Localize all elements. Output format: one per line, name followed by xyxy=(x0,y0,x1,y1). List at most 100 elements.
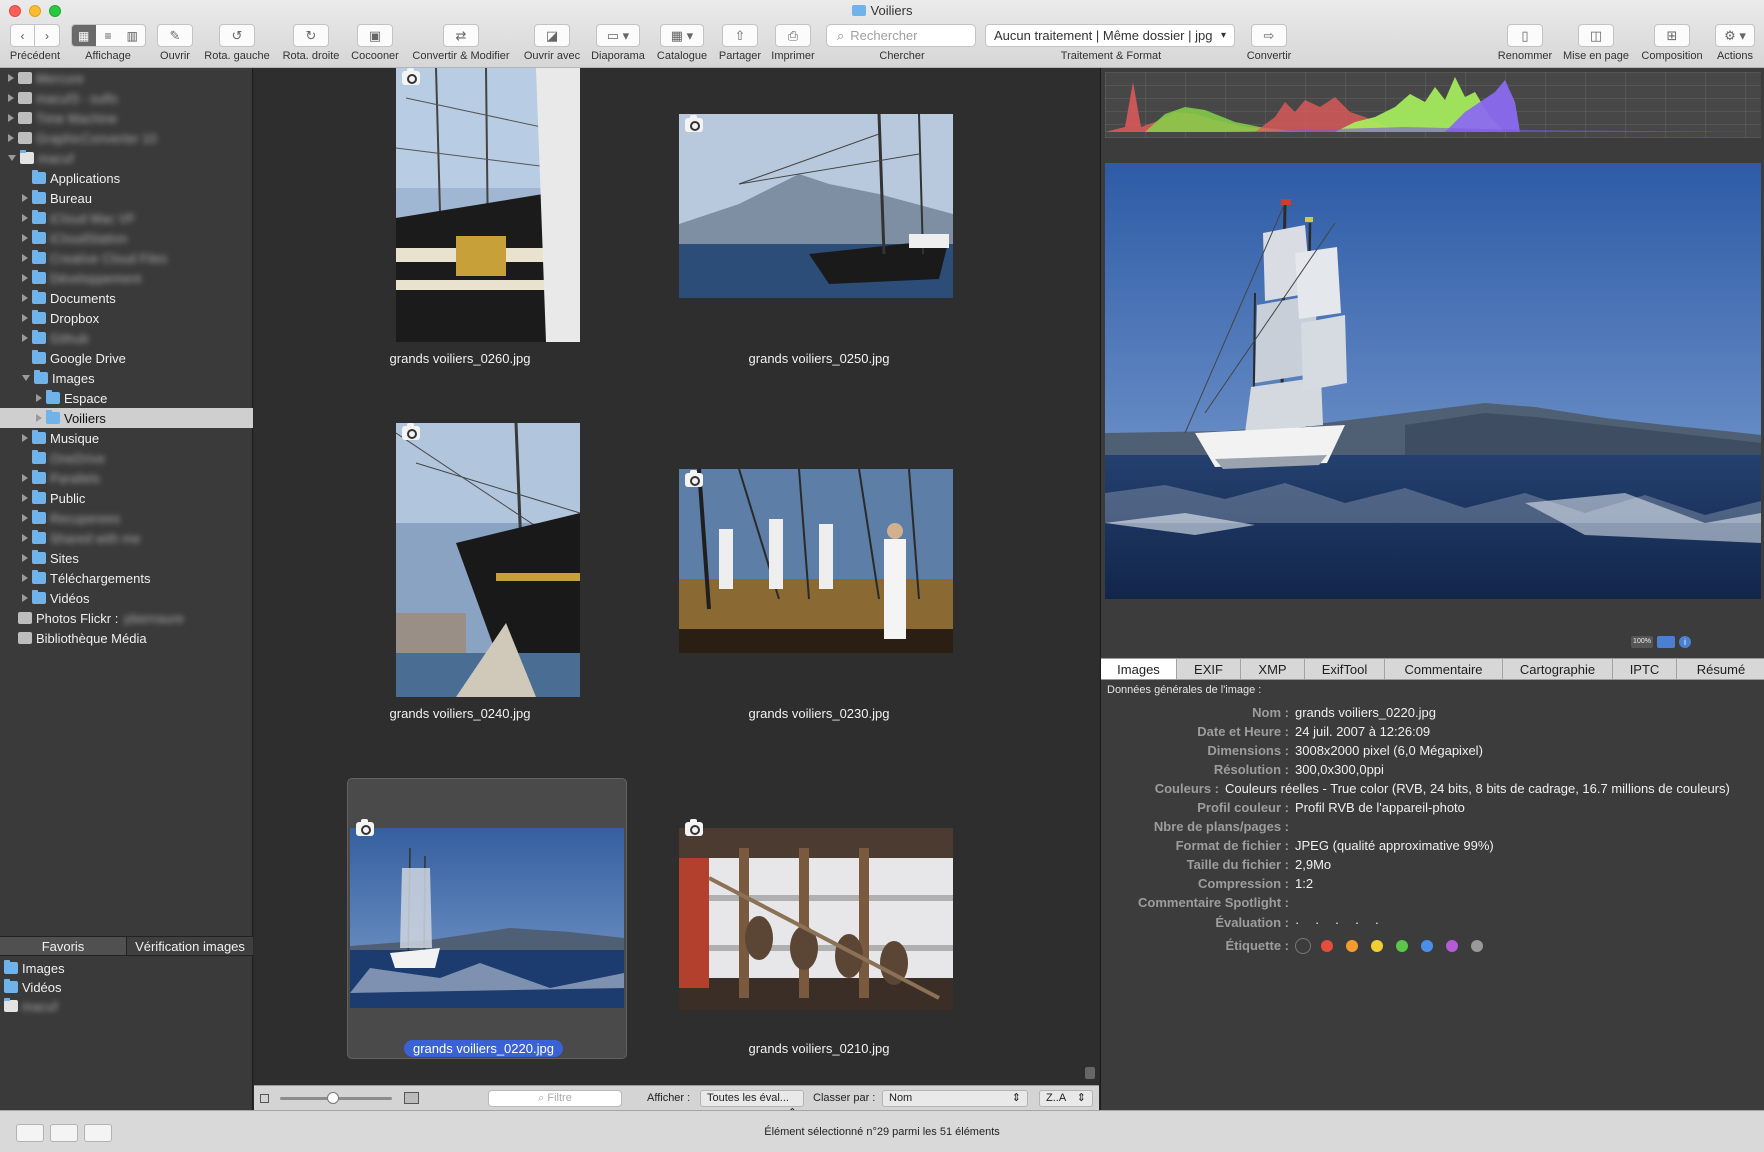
sidebar-item[interactable]: Google Drive xyxy=(0,348,253,368)
color-label-dot[interactable] xyxy=(1446,940,1458,952)
list-view-icon[interactable]: ≡ xyxy=(96,25,120,46)
thumbnail-item[interactable]: grands voiliers_0230.jpg xyxy=(674,423,1099,723)
sidebar-item[interactable]: Parallels xyxy=(0,468,253,488)
thumbnail-item-selected[interactable]: grands voiliers_0220.jpg xyxy=(254,778,674,1088)
convert-button[interactable]: ⇨ Convertir xyxy=(1246,24,1292,62)
tab-summary[interactable]: Résumé xyxy=(1677,659,1764,679)
disclosure-closed-icon[interactable] xyxy=(8,74,14,82)
sidebar-item[interactable]: Bureau xyxy=(0,188,253,208)
actions-button[interactable]: ⚙ ▾ Actions xyxy=(1712,24,1758,62)
sidebar-item[interactable]: Applications xyxy=(0,168,253,188)
disclosure-closed-icon[interactable] xyxy=(22,234,28,242)
sidebar-item[interactable]: Dropbox xyxy=(0,308,253,328)
slideshow-button[interactable]: ▭ ▾ Diaporama xyxy=(587,24,649,62)
disclosure-closed-icon[interactable] xyxy=(8,134,14,142)
sidebar-item[interactable]: Mercure xyxy=(0,68,253,88)
sidebar-item[interactable]: Vidéos xyxy=(0,588,253,608)
sidebar-item[interactable]: Voiliers xyxy=(0,408,253,428)
back-arrow-icon[interactable]: ‹ xyxy=(11,25,36,46)
sort-by-popup[interactable]: Nom ⇕ xyxy=(882,1090,1028,1107)
sidebar-item[interactable]: Espace xyxy=(0,388,253,408)
rename-button[interactable]: ▯ Renommer xyxy=(1494,24,1556,62)
tab-iptc[interactable]: IPTC xyxy=(1613,659,1677,679)
sidebar-item[interactable]: Bibliothèque Média xyxy=(0,628,253,648)
sidebar-item[interactable]: Public xyxy=(0,488,253,508)
sidebar-item[interactable]: Développement xyxy=(0,268,253,288)
sidebar-item[interactable]: Téléchargements xyxy=(0,568,253,588)
disclosure-closed-icon[interactable] xyxy=(36,394,42,402)
disclosure-closed-icon[interactable] xyxy=(22,274,28,282)
tab-favorites[interactable]: Favoris xyxy=(0,937,126,955)
tab-image-check[interactable]: Vérification images xyxy=(126,937,253,955)
print-button[interactable]: ⎙ Imprimer xyxy=(767,24,819,62)
share-button[interactable]: ⇧ Partager xyxy=(716,24,764,62)
page-layout-button[interactable]: ◫ Mise en page xyxy=(1559,24,1633,62)
color-label-dot[interactable] xyxy=(1471,940,1483,952)
disclosure-open-icon[interactable] xyxy=(8,155,16,161)
thumbnail-item[interactable]: grands voiliers_0250.jpg xyxy=(674,68,1099,368)
rotate-right-button[interactable]: ↻ Rota. droite xyxy=(277,24,345,62)
sidebar-item[interactable]: Photos Flickr : pbernaure xyxy=(0,608,253,628)
forward-arrow-icon[interactable]: › xyxy=(35,25,59,46)
thumbnail-item[interactable]: grands voiliers_0240.jpg xyxy=(254,423,674,723)
histogram-toggle-icon[interactable] xyxy=(1657,636,1675,648)
thumbnail-item[interactable]: grands voiliers_0260.jpg xyxy=(254,68,674,368)
sidebar-item[interactable]: Github xyxy=(0,328,253,348)
tab-exiftool[interactable]: ExifTool xyxy=(1305,659,1385,679)
color-label-dot[interactable] xyxy=(1371,940,1383,952)
sidebar-item[interactable]: Documents xyxy=(0,288,253,308)
sidebar-item[interactable]: Creative Cloud Files xyxy=(0,248,253,268)
tab-images[interactable]: Images xyxy=(1101,659,1177,679)
sidebar-item[interactable]: Shared with me xyxy=(0,528,253,548)
sidebar-item[interactable]: macuf xyxy=(0,148,253,168)
favorite-item[interactable]: macuf xyxy=(0,996,253,1016)
sidebar-item[interactable]: macuf3 - sulfo xyxy=(0,88,253,108)
processing-popup[interactable]: Aucun traitement | Même dossier | jpg ▾ xyxy=(985,24,1235,47)
filmstrip-view-icon[interactable]: ▥ xyxy=(120,25,144,46)
info-icon[interactable]: i xyxy=(1679,636,1691,648)
favorite-item[interactable]: Vidéos xyxy=(0,977,253,997)
sort-order-popup[interactable]: Z..A ⇕ xyxy=(1039,1090,1093,1107)
disclosure-closed-icon[interactable] xyxy=(22,534,28,542)
rating-stars[interactable]: · · · · · xyxy=(1295,915,1385,932)
open-button[interactable]: ✎ Ouvrir xyxy=(155,24,195,62)
no-label-icon[interactable] xyxy=(1295,938,1311,954)
tab-exif[interactable]: EXIF xyxy=(1177,659,1241,679)
sidebar-item[interactable]: Recuperees xyxy=(0,508,253,528)
sidebar-item[interactable]: iCloudStation xyxy=(0,228,253,248)
filter-input[interactable]: ⌕ Filtre xyxy=(488,1090,622,1107)
disclosure-closed-icon[interactable] xyxy=(22,214,28,222)
zoom-indicator[interactable]: 100% xyxy=(1631,636,1653,648)
sidebar-item[interactable]: OneDrive xyxy=(0,448,253,468)
disclosure-closed-icon[interactable] xyxy=(22,574,28,582)
rotate-left-button[interactable]: ↺ Rota. gauche xyxy=(201,24,273,62)
slider-knob[interactable] xyxy=(327,1092,339,1104)
grid-view-icon[interactable]: ▦ xyxy=(71,25,96,46)
disclosure-closed-icon[interactable] xyxy=(22,514,28,522)
favorite-item[interactable]: Images xyxy=(0,958,253,978)
cocoon-button[interactable]: ▣ Cocooner xyxy=(347,24,403,62)
disclosure-closed-icon[interactable] xyxy=(22,594,28,602)
disclosure-closed-icon[interactable] xyxy=(8,94,14,102)
disclosure-closed-icon[interactable] xyxy=(22,254,28,262)
disclosure-closed-icon[interactable] xyxy=(22,294,28,302)
convert-modify-button[interactable]: ⇄ Convertir & Modifier xyxy=(406,24,516,62)
color-label-dot[interactable] xyxy=(1346,940,1358,952)
sidebar-item[interactable]: GraphicConverter 10 xyxy=(0,128,253,148)
color-label-dot[interactable] xyxy=(1421,940,1433,952)
sidebar-item[interactable]: Time Machine xyxy=(0,108,253,128)
disclosure-closed-icon[interactable] xyxy=(22,434,28,442)
tab-comment[interactable]: Commentaire xyxy=(1385,659,1503,679)
disclosure-closed-icon[interactable] xyxy=(22,194,28,202)
sidebar-item[interactable]: Musique xyxy=(0,428,253,448)
thumbnail-item[interactable]: grands voiliers_0210.jpg xyxy=(674,778,1099,1088)
sidebar-item[interactable]: Images xyxy=(0,368,253,388)
disclosure-closed-icon[interactable] xyxy=(36,414,42,422)
disclosure-closed-icon[interactable] xyxy=(22,554,28,562)
tab-xmp[interactable]: XMP xyxy=(1241,659,1305,679)
disclosure-open-icon[interactable] xyxy=(22,375,30,381)
disclosure-closed-icon[interactable] xyxy=(22,334,28,342)
sidebar-item[interactable]: Sites xyxy=(0,548,253,568)
color-label-dot[interactable] xyxy=(1321,940,1333,952)
composition-button[interactable]: ⊞ Composition xyxy=(1636,24,1708,62)
